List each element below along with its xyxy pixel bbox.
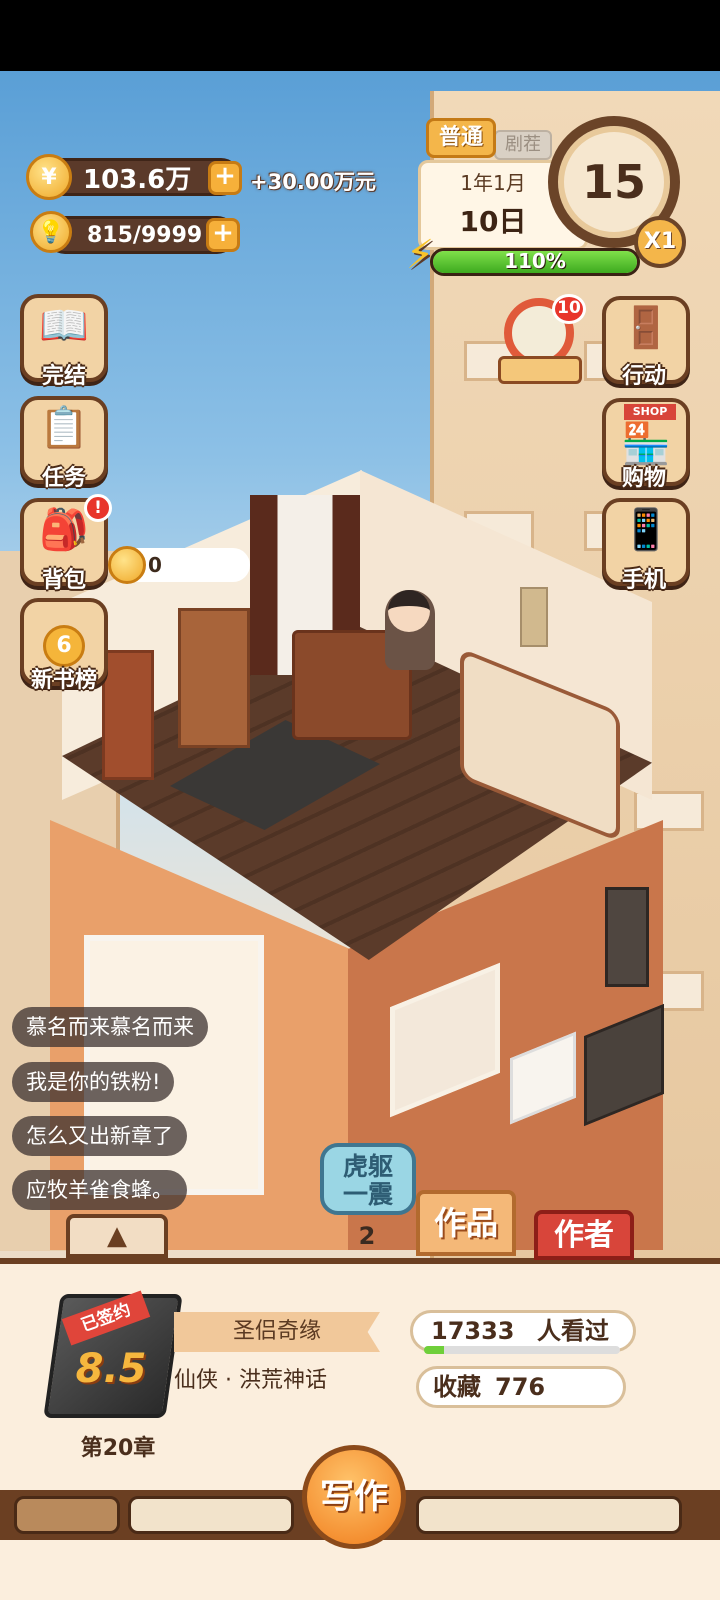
open-book-icon: 📖 [39, 303, 89, 349]
wheel-count-badge: 10 [552, 294, 586, 324]
clock-value: 15 [581, 155, 646, 209]
reader-comment: 应牧羊雀食蜂。 [12, 1170, 187, 1210]
book-score: 8.5 [75, 1346, 147, 1392]
collapse-panel-button[interactable]: ▲ [66, 1214, 168, 1258]
skill-button[interactable]: 虎躯一震 [320, 1143, 416, 1215]
reader-comment: 怎么又出新章了 [12, 1116, 187, 1156]
mode-tab-normal[interactable]: 普通 [426, 118, 496, 158]
door-icon: 🚪 [621, 305, 671, 351]
phone-icon: 📱 [621, 507, 671, 553]
views-unit: 人看过 [537, 1317, 609, 1345]
favorites-count: 776 [495, 1373, 546, 1401]
toolbar-slot-right-bar[interactable] [416, 1496, 682, 1534]
skill-label: 虎躯一震 [342, 1152, 393, 1209]
rank-number: 6 [43, 625, 85, 667]
add-inspiration-button[interactable]: + [206, 218, 240, 252]
speed-toggle-button[interactable]: X1 [634, 216, 686, 268]
energy-percent: 110% [504, 249, 566, 273]
income-rate: +30.00万元 [250, 170, 377, 194]
tab-works[interactable]: 作品 [416, 1190, 516, 1256]
year-month: 1年1月 [460, 171, 526, 195]
checklist-icon: 📋 [39, 405, 89, 451]
menu-new-book-rank-label: 新书榜 [30, 668, 97, 693]
backpack-alert-badge: ! [84, 494, 112, 522]
chevron-up-icon: ▲ [107, 1221, 127, 1251]
chapter-label: 第20章 [80, 1436, 156, 1461]
day-label: 10日 [459, 205, 527, 238]
shop-sign: SHOP [624, 404, 676, 420]
menu-action-label: 行动 [621, 364, 666, 389]
menu-backpack-label: 背包 [41, 568, 86, 593]
views-progress-fill [424, 1346, 444, 1354]
favorites-label: 收藏 [433, 1373, 481, 1401]
menu-phone-label: 手机 [621, 568, 666, 593]
favorites-pill: 收藏 776 [416, 1366, 626, 1408]
lightbulb-icon: 💡 [30, 211, 72, 253]
ranking-medal-icon: 6 [24, 616, 104, 667]
write-button[interactable]: 写作 [302, 1445, 406, 1549]
toolbar-slot-left-bar[interactable] [128, 1496, 294, 1534]
inspiration-amount: 815/9999 [87, 222, 203, 248]
wall-poster [520, 587, 548, 647]
tip-amount: 0 [148, 553, 162, 577]
menu-shop-label: 购物 [621, 466, 666, 491]
coin-icon [108, 546, 146, 584]
yuan-coin-icon: ¥ [26, 154, 72, 200]
reader-comment: 我是你的铁粉! [12, 1062, 175, 1102]
lightning-bolt-icon[interactable]: ⚡ [406, 232, 446, 278]
toolbar-slot-left[interactable] [14, 1496, 120, 1534]
money-amount: 103.6万 [83, 164, 192, 195]
bottom-safe-area [0, 1540, 720, 1600]
bookshelf[interactable] [178, 608, 250, 748]
tab-author[interactable]: 作者 [534, 1210, 634, 1260]
views-progress [424, 1346, 620, 1354]
wall-cabinet [605, 887, 649, 987]
menu-finished-label: 完结 [41, 364, 86, 389]
book-title: 圣侣奇缘 [174, 1312, 380, 1352]
mode-tab-inactive[interactable]: 剧茬 [494, 130, 552, 160]
reader-comment: 慕名而来慕名而来 [12, 1007, 208, 1047]
skill-count: 2 [358, 1222, 376, 1250]
wheel-base [498, 356, 582, 384]
views-count: 17333 [431, 1317, 515, 1345]
author-character-head [388, 590, 430, 632]
add-money-button[interactable]: + [208, 161, 242, 195]
book-genre: 仙侠 · 洪荒神话 [174, 1368, 327, 1393]
menu-tasks-label: 任务 [41, 466, 86, 491]
